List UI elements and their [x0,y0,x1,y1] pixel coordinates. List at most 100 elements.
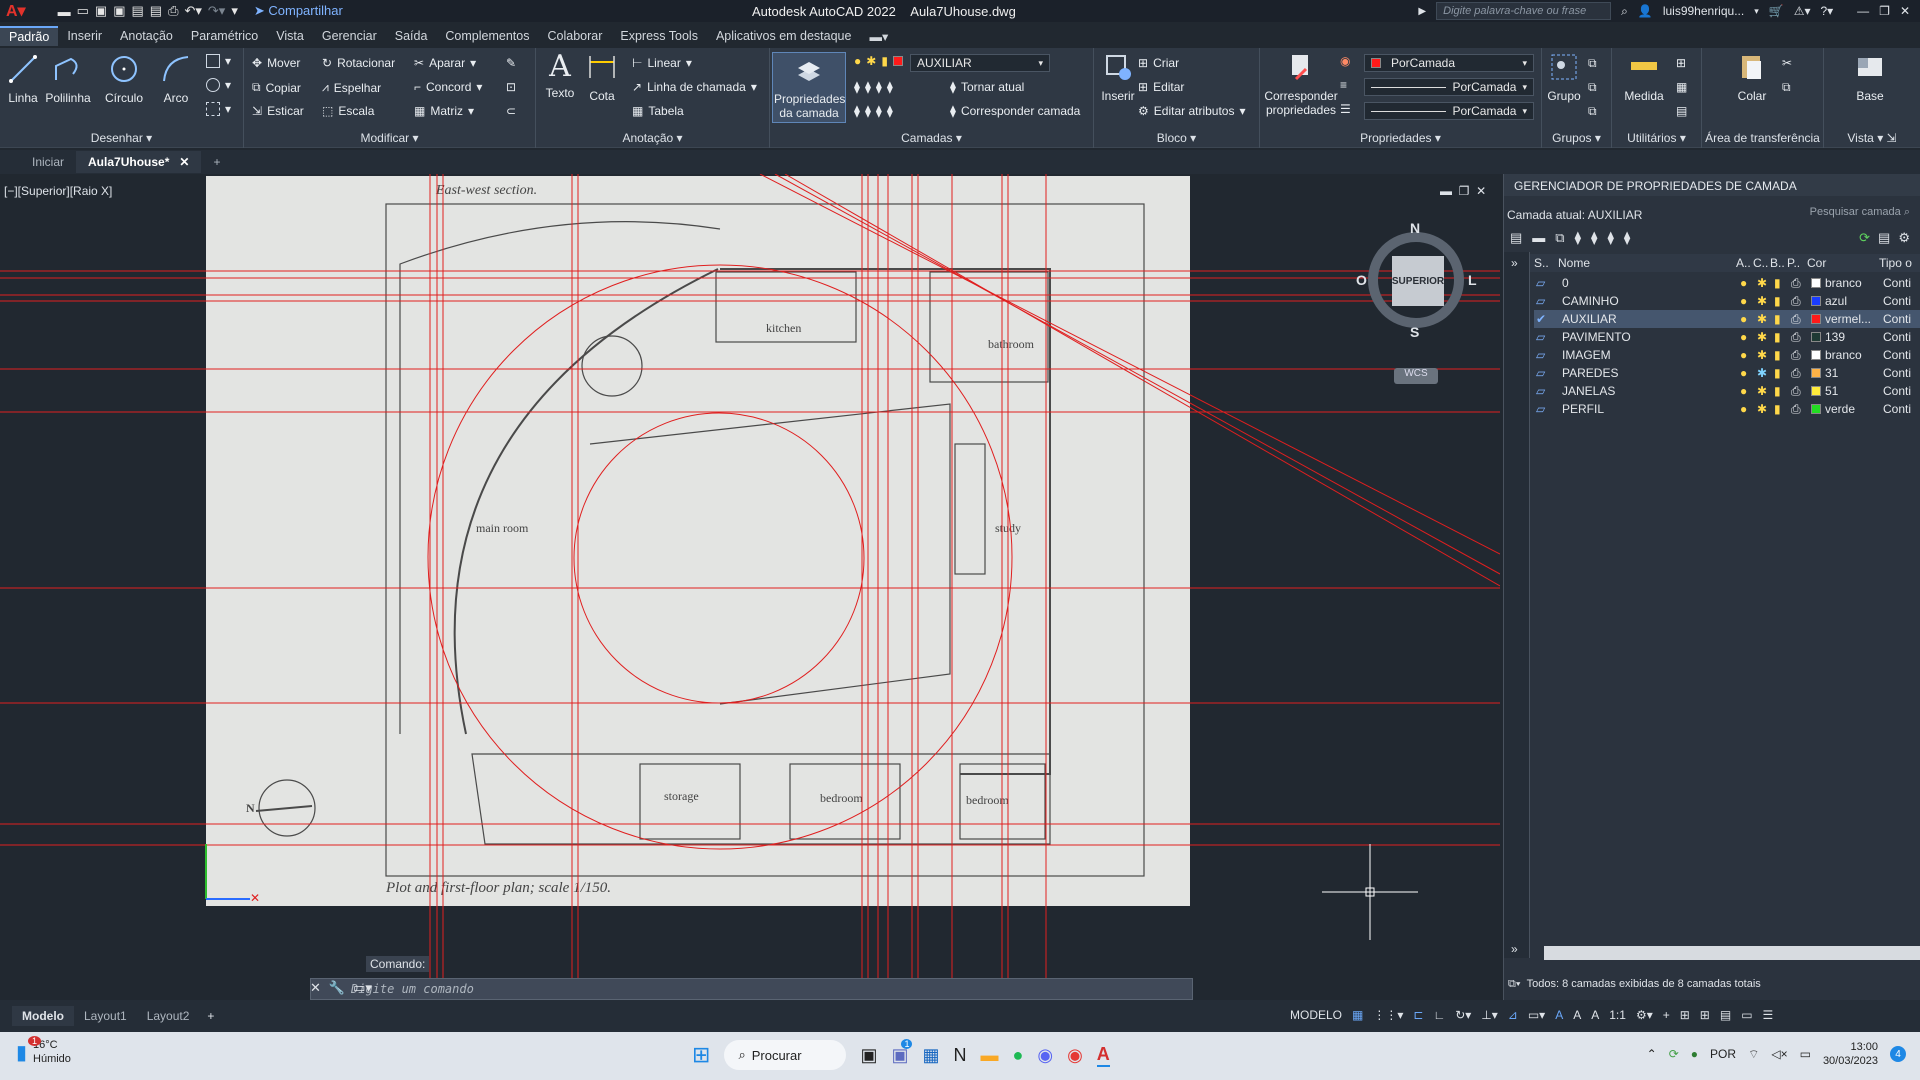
layer-color[interactable]: vermel... [1811,312,1883,326]
layer-color[interactable]: branco [1811,348,1883,362]
layer-row[interactable]: ▱ PAREDES ● ✱ ▮ ⎙ 31 Conti [1534,364,1920,382]
customize-status-icon[interactable]: ☰ [1763,1008,1774,1022]
expand-filter-icon[interactable]: » [1511,256,1518,270]
inserir-bloco-button[interactable]: Inserir [1098,52,1138,103]
layer-row[interactable]: ▱ PERFIL ● ✱ ▮ ⎙ verde Conti [1534,400,1920,418]
calculator-button[interactable]: ▦ [1676,80,1687,94]
layer-plot-icon[interactable]: ⎙ [1791,276,1811,291]
corresponder-propriedades-button[interactable]: Corresponder propriedades [1264,52,1338,117]
grupo-button[interactable]: Grupo [1546,52,1582,103]
layer-lock-icon[interactable]: ▮ [1774,276,1791,290]
weather-widget[interactable]: ▮ 1 16°C Húmido [16,1035,71,1066]
new-group-filter-icon[interactable]: ▬ [1532,230,1545,246]
layer-plot-icon[interactable]: ⎙ [1791,294,1811,309]
layer-on-bulb-icon[interactable]: ● [1740,276,1757,290]
layer-linetype[interactable]: Conti [1883,402,1911,416]
open-icon[interactable]: ▭ [77,3,89,19]
polilinha-button[interactable]: Polilinha [44,54,92,105]
chrome-icon[interactable]: ◉ [1067,1045,1083,1066]
col-color[interactable]: Cor [1807,256,1879,270]
delete-layer-icon[interactable]: ⧫ [1607,230,1613,246]
layer-name[interactable]: IMAGEM [1550,348,1740,362]
erase-button[interactable]: ✎ [506,56,516,70]
layer-status-icon[interactable]: ✔ [1534,312,1550,326]
store-icon[interactable]: ▦ [922,1045,939,1066]
new-tab-button[interactable]: + [201,151,232,173]
tab-padrao[interactable]: Padrão [0,26,59,46]
model-space-toggle[interactable]: MODELO [1290,1008,1342,1022]
ortho-icon[interactable]: ∟ [1433,1008,1445,1022]
layer-freeze-sun-icon[interactable]: ✱ [1757,366,1774,380]
volume-icon[interactable]: ◁× [1771,1047,1787,1061]
layer-on-bulb-icon[interactable]: ● [1740,294,1757,308]
col-plot[interactable]: P.. [1787,256,1807,270]
aparar-button[interactable]: ✂ Aparar ▾ [414,56,476,70]
layer-tools-row3[interactable]: ⧫ ⧫ ⧫ ⧫ [854,104,893,118]
layer-color[interactable]: branco [1811,276,1883,290]
save-icon[interactable]: ▣ [95,3,107,19]
arco-button[interactable]: Arco [158,54,194,105]
circulo-button[interactable]: Círculo [100,54,148,105]
panel-title-transferencia[interactable]: Área de transferência [1702,131,1823,145]
workspace-gear-icon[interactable]: ⚙▾ [1636,1008,1653,1022]
panel-title-modificar[interactable]: Modificar ▾ [244,131,535,145]
tab-anotacao[interactable]: Anotação [111,27,182,45]
layer-linetype[interactable]: Conti [1883,348,1911,362]
layer-color[interactable]: 31 [1811,366,1883,380]
annotation-visibility-icon[interactable]: A [1555,1008,1563,1022]
layer-freeze-sun-icon[interactable]: ✱ [1757,330,1774,344]
user-chevron-icon[interactable]: ▾ [1754,6,1759,17]
layer-plot-icon[interactable]: ⎙ [1791,402,1811,417]
cota-button[interactable]: Cota [584,52,620,103]
layer-state-icons[interactable]: ● ✱ ▮ [854,54,907,68]
command-input[interactable]: Digite um comando [310,978,1193,1000]
wcs-button[interactable]: WCS [1394,368,1438,384]
new-layer-icon[interactable]: ⧫ [1575,230,1581,246]
tab-layout1[interactable]: Layout1 [74,1006,137,1026]
windows-start-icon[interactable]: ⊞ [692,1042,710,1068]
layer-on-bulb-icon[interactable]: ● [1740,312,1757,326]
base-button[interactable]: Base [1850,52,1890,103]
explode-button[interactable]: ⊡ [506,80,516,94]
tab-modelo[interactable]: Modelo [12,1006,74,1026]
esticar-button[interactable]: ⇲ Esticar [252,104,304,118]
layer-horizontal-scrollbar[interactable] [1544,946,1920,960]
panel-title-grupos[interactable]: Grupos ▾ [1542,131,1611,145]
layer-plot-icon[interactable]: ⎙ [1791,366,1811,381]
expand-filter-bottom-icon[interactable]: » [1511,942,1518,956]
layer-search-input[interactable]: Pesquisar camada ⌕ [1810,206,1910,219]
group-edit-button[interactable]: ⧉ [1588,80,1597,95]
matriz-button[interactable]: ▦ Matriz ▾ [414,104,474,118]
annotation-autoscale-icon[interactable]: A [1573,1008,1581,1022]
layer-on-bulb-icon[interactable]: ● [1740,348,1757,362]
layer-freeze-sun-icon[interactable]: ✱ [1757,348,1774,362]
layer-freeze-sun-icon[interactable]: ✱ [1757,294,1774,308]
layer-status-icon[interactable]: ▱ [1534,276,1550,290]
panel-title-anotacao[interactable]: Anotação ▾ [536,131,769,145]
layer-plot-icon[interactable]: ⎙ [1791,330,1811,345]
layer-row[interactable]: ✔ AUXILIAR ● ✱ ▮ ⎙ vermel... Conti [1534,310,1920,328]
panel-title-utilitarios[interactable]: Utilitários ▾ [1612,131,1701,145]
layer-freeze-sun-icon[interactable]: ✱ [1757,384,1774,398]
command-prompt-icon[interactable]: ▭▾ [353,980,372,996]
quick-select-button[interactable]: ⊞ [1676,56,1686,70]
shield-icon[interactable]: ● [1691,1047,1698,1061]
layer-dropdown[interactable]: AUXILIAR ▾ [910,54,1050,72]
layer-status-icon[interactable]: ▱ [1534,402,1550,416]
layer-row[interactable]: ▱ 0 ● ✱ ▮ ⎙ branco Conti [1534,274,1920,292]
layer-lock-icon[interactable]: ▮ [1774,384,1791,398]
linetype-dropdown[interactable]: PorCamada ▾ [1364,102,1534,120]
layer-name[interactable]: PAREDES [1550,366,1740,380]
escala-button[interactable]: ⬚ Escala [322,104,374,118]
new-property-filter-icon[interactable]: ▤ [1510,230,1522,246]
user-icon[interactable]: 👤 [1638,4,1653,18]
web-save-icon[interactable]: ▤ [150,3,162,19]
notification-badge[interactable]: 4 [1890,1046,1906,1062]
restore-icon[interactable]: ❐ [1879,4,1890,18]
tab-express-tools[interactable]: Express Tools [611,27,707,45]
viewcube-south[interactable]: S [1410,324,1419,340]
tab-colaborar[interactable]: Colaborar [538,27,611,45]
refresh-icon[interactable]: ⟳ [1859,230,1870,246]
viewcube-north[interactable]: N [1410,220,1420,236]
tornar-atual-button[interactable]: ⧫ Tornar atual [950,80,1024,94]
